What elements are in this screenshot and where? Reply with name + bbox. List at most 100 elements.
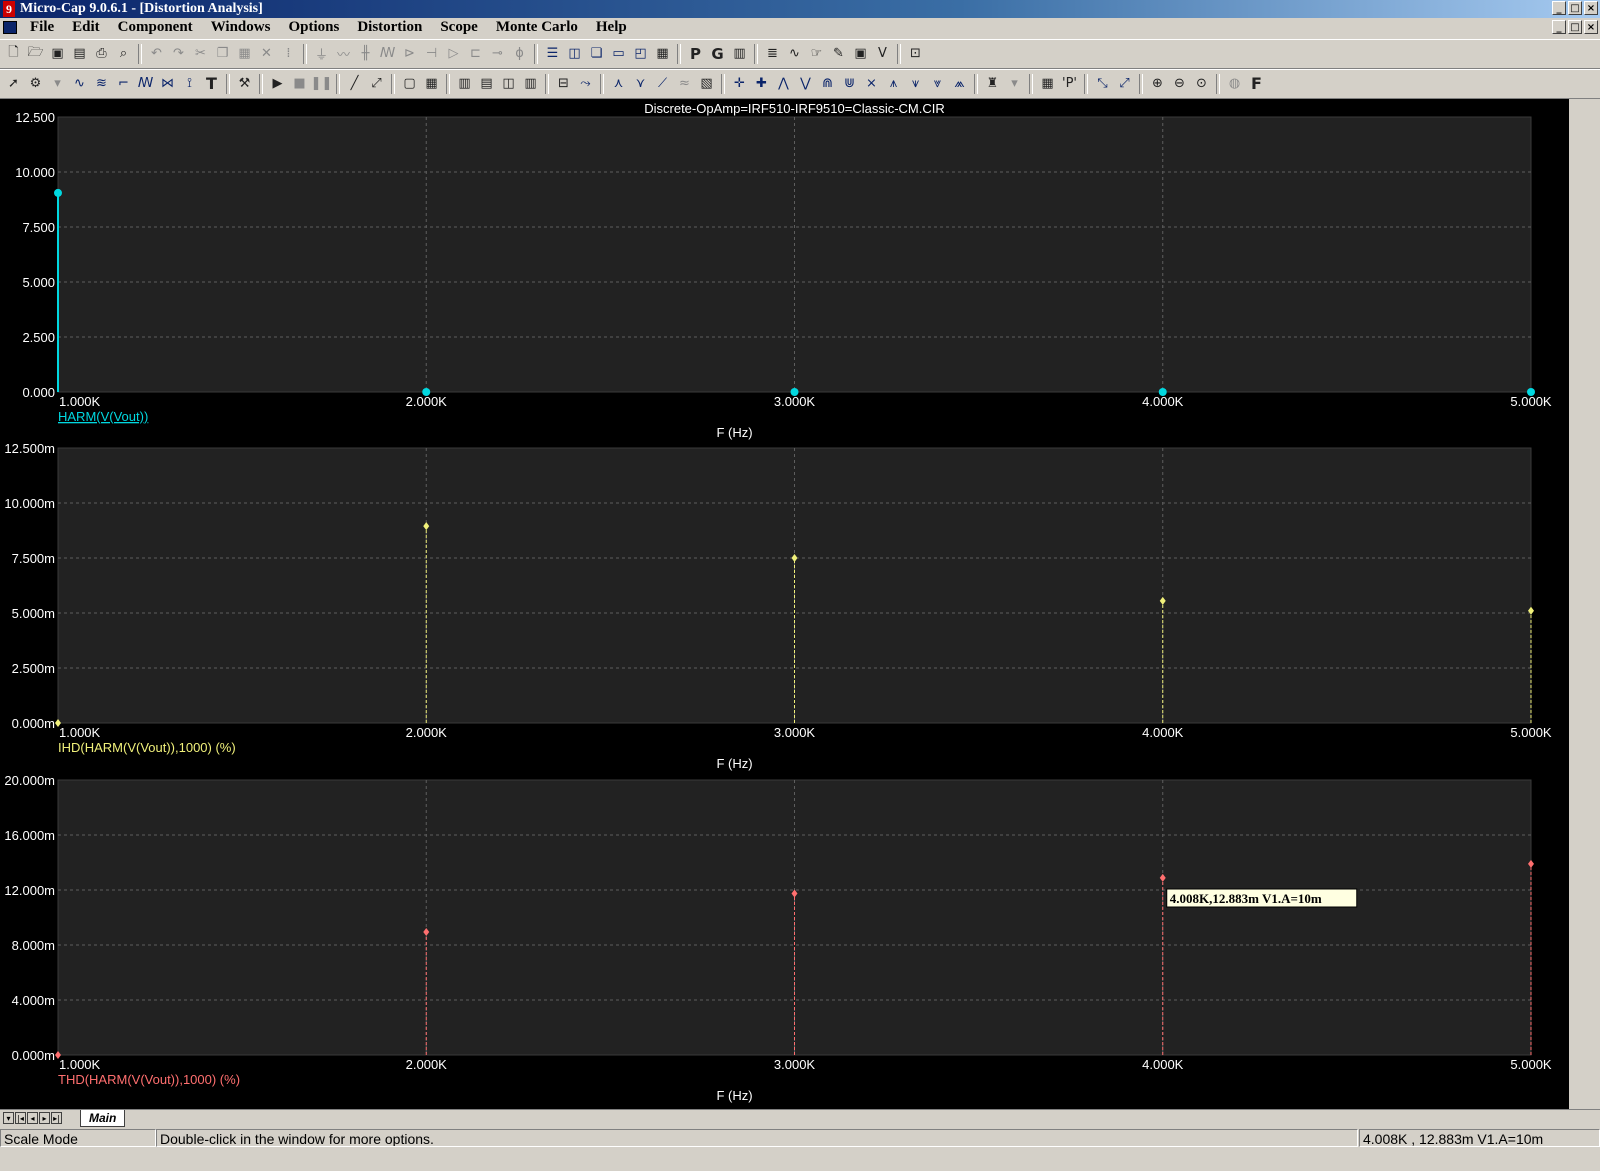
- slope-icon[interactable]: ⟋: [653, 74, 672, 93]
- zoom-fit-icon[interactable]: ⊙: [1192, 74, 1211, 93]
- select-arrow-icon[interactable]: ➚: [4, 74, 23, 93]
- baseline-icon[interactable]: ⊟: [554, 74, 573, 93]
- line-tool-icon[interactable]: ╱: [345, 74, 364, 93]
- series-legend-label[interactable]: THD(HARM(V(Vout)),1000) (%): [58, 1072, 240, 1087]
- capacitor-icon[interactable]: ╫: [356, 44, 375, 63]
- node-icon[interactable]: ⋈: [158, 74, 177, 93]
- cascade-icon[interactable]: ❏: [587, 44, 606, 63]
- low-icon[interactable]: ⋁: [796, 74, 815, 93]
- print-preview-icon[interactable]: ⌕: [114, 44, 133, 63]
- valley-next-icon[interactable]: ⋓: [840, 74, 859, 93]
- grid-icon[interactable]: ▥: [730, 44, 749, 63]
- chart-edit-icon[interactable]: ▧: [697, 74, 716, 93]
- close-button[interactable]: ×: [1584, 1, 1598, 15]
- run-icon[interactable]: ▶: [268, 74, 287, 93]
- cursor-right-icon[interactable]: ✚: [752, 74, 771, 93]
- diode-icon[interactable]: ⊳: [400, 44, 419, 63]
- series-legend-label[interactable]: IHD(HARM(V(Vout)),1000) (%): [58, 740, 236, 755]
- peak-icon[interactable]: ⋏: [609, 74, 628, 93]
- app-icon[interactable]: 9: [3, 1, 15, 17]
- new-file-icon[interactable]: 🗋: [4, 44, 23, 63]
- dropdown-arrow-icon[interactable]: ▾: [48, 74, 67, 93]
- major-grid-icon[interactable]: ▤: [477, 74, 496, 93]
- calculator-icon[interactable]: ▦: [653, 44, 672, 63]
- copy-icon[interactable]: ❐: [213, 44, 232, 63]
- preview-icon[interactable]: ⊡: [906, 44, 925, 63]
- globe-icon[interactable]: ◍: [1225, 74, 1244, 93]
- stop-icon[interactable]: ■: [290, 74, 309, 93]
- minor-grid-icon[interactable]: ▥: [455, 74, 474, 93]
- doc-close-button[interactable]: ×: [1584, 20, 1598, 34]
- point-tag-icon[interactable]: 'P': [1060, 74, 1079, 93]
- probe-p-icon[interactable]: P: [686, 44, 705, 63]
- x-range-icon[interactable]: ⤡: [1093, 74, 1112, 93]
- npn-icon[interactable]: ⊣: [422, 44, 441, 63]
- undo-icon[interactable]: ↶: [147, 44, 166, 63]
- redo-icon[interactable]: ↷: [169, 44, 188, 63]
- save-icon[interactable]: ▣: [48, 44, 67, 63]
- document-icon[interactable]: [3, 21, 17, 34]
- wire-icon[interactable]: ⌐: [114, 74, 133, 93]
- pen-icon[interactable]: ✎: [829, 44, 848, 63]
- hand-icon[interactable]: ☞: [807, 44, 826, 63]
- high-icon[interactable]: ⋀: [774, 74, 793, 93]
- doc-minimize-button[interactable]: _: [1552, 20, 1566, 34]
- list-icon[interactable]: ≣: [763, 44, 782, 63]
- menu-component[interactable]: Component: [118, 19, 193, 36]
- cut-icon[interactable]: ✂: [191, 44, 210, 63]
- tile-vertical-icon[interactable]: ◫: [565, 44, 584, 63]
- last-tab-button[interactable]: ▸|: [51, 1112, 62, 1124]
- data-point[interactable]: [1527, 388, 1535, 396]
- path-icon[interactable]: ⟟: [180, 74, 199, 93]
- menu-scope[interactable]: Scope: [440, 19, 478, 36]
- valley-icon[interactable]: ⋎: [631, 74, 650, 93]
- numeric-output-icon[interactable]: ▦: [1038, 74, 1057, 93]
- peak-next-icon[interactable]: ⋒: [818, 74, 837, 93]
- paste-icon[interactable]: ▦: [235, 44, 254, 63]
- series-legend-label[interactable]: HARM(V(Vout)): [58, 409, 148, 424]
- first-tab-button[interactable]: |◂: [15, 1112, 26, 1124]
- data-point[interactable]: [1158, 388, 1167, 396]
- menu-monte-carlo[interactable]: Monte Carlo: [496, 19, 578, 36]
- inductor-icon[interactable]: ꟿ: [378, 44, 397, 63]
- source-icon[interactable]: ɸ: [510, 44, 529, 63]
- prev-tab-button[interactable]: ◂: [27, 1112, 38, 1124]
- y-range-icon[interactable]: ⤢: [1115, 74, 1134, 93]
- cursor-left-icon[interactable]: ✛: [730, 74, 749, 93]
- probe-g-icon[interactable]: G: [708, 44, 727, 63]
- select-all-icon[interactable]: ⁞: [279, 44, 298, 63]
- tab-menu-button[interactable]: ▾: [3, 1112, 14, 1124]
- smooth-icon[interactable]: ≈: [675, 74, 694, 93]
- top-icon[interactable]: ⩔: [928, 74, 947, 93]
- menu-options[interactable]: Options: [288, 19, 339, 36]
- tracker-icon[interactable]: ⤳: [576, 74, 595, 93]
- properties-icon[interactable]: ⚒: [235, 74, 254, 93]
- animate-dropdown-icon[interactable]: ▾: [1005, 74, 1024, 93]
- open-file-icon[interactable]: 🗁: [26, 44, 45, 63]
- resistor-icon[interactable]: 〰: [334, 44, 353, 63]
- global-high-icon[interactable]: ⩚: [884, 74, 903, 93]
- window-split-icon[interactable]: ▭: [609, 44, 628, 63]
- menu-edit[interactable]: Edit: [72, 19, 100, 36]
- opamp-icon[interactable]: ▷: [444, 44, 463, 63]
- wave-icon[interactable]: ≋: [92, 74, 111, 93]
- battery-icon[interactable]: ⊏: [466, 44, 485, 63]
- plot-area[interactable]: Discrete-OpAmp=IRF510-IRF9510=Classic-CM…: [0, 99, 1569, 1109]
- grid-toggle-icon[interactable]: ▦: [422, 74, 441, 93]
- doc-restore-button[interactable]: □: [1568, 20, 1582, 34]
- maximize-button[interactable]: □: [1568, 1, 1582, 15]
- chart-icon[interactable]: ▣: [851, 44, 870, 63]
- scale-mode-icon[interactable]: ∿: [70, 74, 89, 93]
- bottom-icon[interactable]: ⩕: [950, 74, 969, 93]
- data-point[interactable]: [422, 388, 431, 396]
- next-tab-button[interactable]: ▸: [39, 1112, 50, 1124]
- minimize-button[interactable]: _: [1552, 1, 1566, 15]
- animate-icon[interactable]: ♜: [983, 74, 1002, 93]
- data-point[interactable]: [790, 388, 799, 396]
- menu-file[interactable]: File: [30, 19, 54, 36]
- waveform-icon[interactable]: ∿: [785, 44, 804, 63]
- global-low-icon[interactable]: ⩛: [906, 74, 925, 93]
- plots-canvas[interactable]: Discrete-OpAmp=IRF510-IRF9510=Classic-CM…: [0, 99, 1569, 1109]
- plot-frame[interactable]: [57, 116, 1532, 393]
- delete-icon[interactable]: ✕: [257, 44, 276, 63]
